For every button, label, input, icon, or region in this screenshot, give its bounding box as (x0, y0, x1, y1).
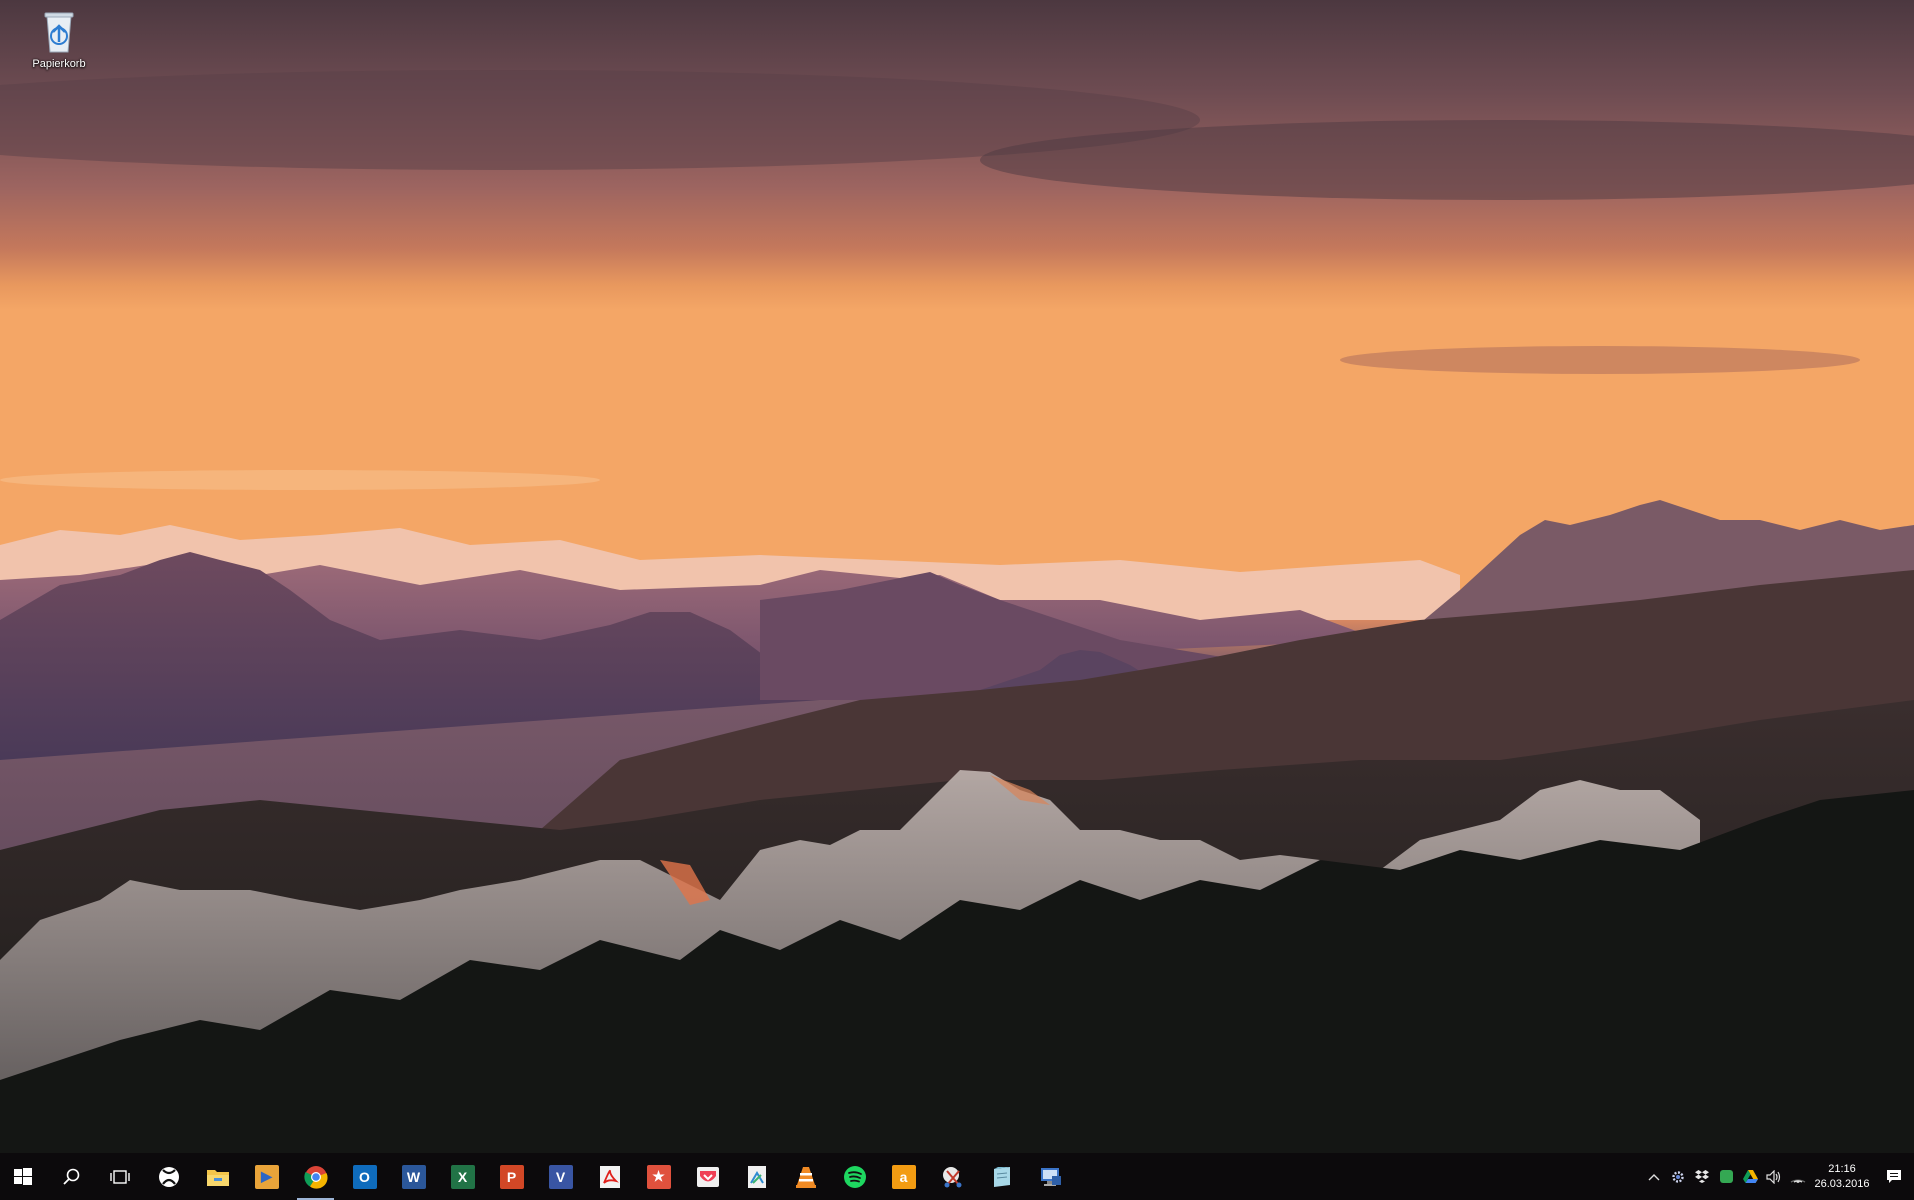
taskbar-app-wunderlist[interactable]: ★ (634, 1153, 683, 1200)
document-icon (747, 1165, 766, 1188)
volume-icon[interactable] (1762, 1153, 1786, 1200)
start-button[interactable] (0, 1153, 46, 1200)
taskbar-app-notepad[interactable] (977, 1153, 1026, 1200)
powerpoint-icon: P (499, 1164, 524, 1189)
taskbar-app-visio[interactable]: V (536, 1153, 585, 1200)
recycle-bin-icon (44, 12, 74, 53)
visio-icon: V (548, 1164, 573, 1189)
vlc-icon (795, 1166, 816, 1188)
wunderlist-icon: ★ (646, 1164, 671, 1189)
pdf-icon (599, 1165, 620, 1188)
taskbar-app-chrome[interactable] (291, 1153, 340, 1200)
taskbar-app-media-player[interactable]: ▶ (242, 1153, 291, 1200)
taskbar-app-xbox[interactable] (144, 1153, 193, 1200)
remote-desktop-icon (1040, 1167, 1061, 1186)
taskbar-app-file-explorer[interactable] (193, 1153, 242, 1200)
taskbar-app-word[interactable]: W (389, 1153, 438, 1200)
windows-start-icon (14, 1167, 32, 1185)
taskbar-app-snipping-tool[interactable] (928, 1153, 977, 1200)
taskbar-app-pocket[interactable] (683, 1153, 732, 1200)
wallpaper-landscape (0, 0, 1914, 1153)
taskbar-app-remote-desktop[interactable] (1026, 1153, 1075, 1200)
wifi-icon[interactable] (1786, 1153, 1810, 1200)
taskbar-app-acrobat[interactable] (585, 1153, 634, 1200)
pocket-icon (696, 1166, 719, 1187)
action-center-icon (1887, 1170, 1901, 1183)
search-button[interactable] (46, 1153, 95, 1200)
desktop: Papierkorb (0, 0, 1914, 1153)
taskbar-app-sheets[interactable] (732, 1153, 781, 1200)
desktop-icon-recycle-bin[interactable]: Papierkorb (22, 6, 96, 76)
folder-icon (206, 1169, 229, 1186)
taskbar: ▶ O W X P V ★ a 21:16 26.03.2016 (0, 1153, 1914, 1200)
taskbar-app-excel[interactable]: X (438, 1153, 487, 1200)
word-icon: W (401, 1164, 426, 1189)
taskbar-app-spotify[interactable] (830, 1153, 879, 1200)
snipping-tool-icon (942, 1166, 961, 1187)
excel-icon: X (450, 1164, 475, 1189)
notepad-icon (993, 1166, 1010, 1187)
system-tray: 21:16 26.03.2016 (1642, 1153, 1914, 1200)
clock-time: 21:16 (1828, 1162, 1856, 1175)
chevron-up-icon[interactable] (1642, 1153, 1666, 1200)
gear-tray-icon[interactable] (1666, 1153, 1690, 1200)
action-center-button[interactable] (1874, 1153, 1914, 1200)
google-drive-icon[interactable] (1738, 1153, 1762, 1200)
chrome-icon (303, 1165, 328, 1189)
spotify-icon (843, 1165, 866, 1188)
taskbar-app-amazon[interactable]: a (879, 1153, 928, 1200)
taskbar-app-powerpoint[interactable]: P (487, 1153, 536, 1200)
sync-icon[interactable] (1714, 1153, 1738, 1200)
task-view-button[interactable] (95, 1153, 144, 1200)
media-player-icon: ▶ (254, 1164, 279, 1189)
outlook-icon: O (352, 1164, 377, 1189)
clock-date: 26.03.2016 (1814, 1177, 1870, 1190)
task-view-icon (109, 1169, 130, 1184)
taskbar-app-vlc[interactable] (781, 1153, 830, 1200)
search-icon (62, 1168, 79, 1185)
xbox-icon (158, 1166, 179, 1187)
dropbox-icon[interactable] (1690, 1153, 1714, 1200)
clock[interactable]: 21:16 26.03.2016 (1810, 1153, 1874, 1200)
amazon-icon: a (891, 1164, 916, 1189)
recycle-bin-label: Papierkorb (32, 58, 86, 70)
taskbar-app-outlook[interactable]: O (340, 1153, 389, 1200)
